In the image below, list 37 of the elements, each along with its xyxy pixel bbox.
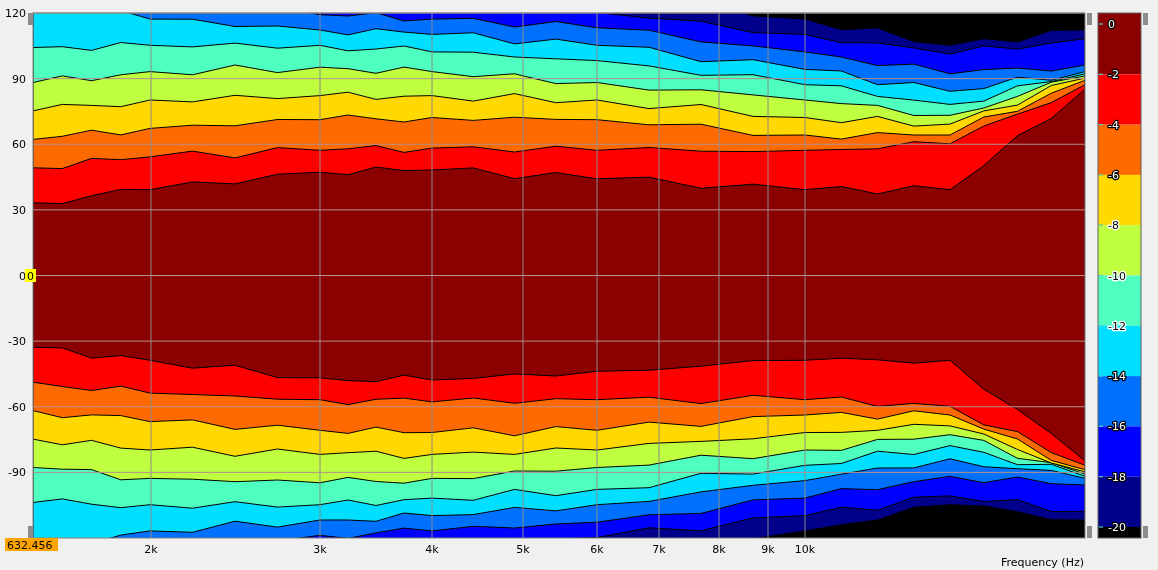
y-axis-label: 60 (12, 138, 26, 152)
y-axis-label: -60 (8, 400, 26, 414)
color-scale-label: -20 (1108, 521, 1126, 534)
x-axis-title: Frequency (Hz) (1001, 556, 1084, 569)
x-axis-label: 9k (761, 543, 775, 556)
x-axis-label: 10k (794, 543, 816, 556)
cursor-value-badge: 632.456 (5, 538, 58, 552)
color-scale-label: -6 (1108, 168, 1119, 182)
color-scale-label: -16 (1108, 420, 1126, 434)
slider-handle[interactable] (1087, 526, 1092, 538)
slider-handle[interactable] (1143, 526, 1148, 538)
x-axis-label: 6k (590, 543, 604, 556)
x-axis-label: 3k (313, 543, 327, 556)
y-axis-label: 120 (5, 7, 26, 20)
color-scale-label: 0 (1108, 18, 1115, 31)
cursor-value-badge: 0 (25, 269, 36, 283)
color-scale-label: -14 (1108, 370, 1126, 384)
x-axis-label: 2k (144, 543, 158, 556)
y-axis-label: 30 (12, 203, 26, 217)
x-axis-label: 8k (712, 543, 726, 556)
y-axis-label: 90 (12, 72, 26, 86)
x-axis-label: 5k (516, 543, 530, 556)
y-axis-label: -90 (8, 466, 26, 480)
slider-handle[interactable] (1143, 13, 1148, 25)
color-scale-label: -18 (1108, 470, 1126, 484)
slider-handle[interactable] (28, 13, 33, 25)
slider-handle[interactable] (28, 526, 33, 538)
y-axis-label: 0 (19, 269, 26, 283)
x-axis-label: 7k (652, 543, 666, 556)
y-axis-label: -30 (8, 335, 26, 349)
color-scale-label: -4 (1108, 118, 1119, 132)
color-scale-label: -12 (1108, 319, 1126, 333)
color-scale-label: -10 (1108, 269, 1126, 283)
x-axis-label: 4k (425, 543, 439, 556)
color-scale-label: -8 (1108, 219, 1119, 233)
slider-handle[interactable] (1087, 13, 1092, 25)
color-scale-label: -2 (1108, 68, 1119, 82)
